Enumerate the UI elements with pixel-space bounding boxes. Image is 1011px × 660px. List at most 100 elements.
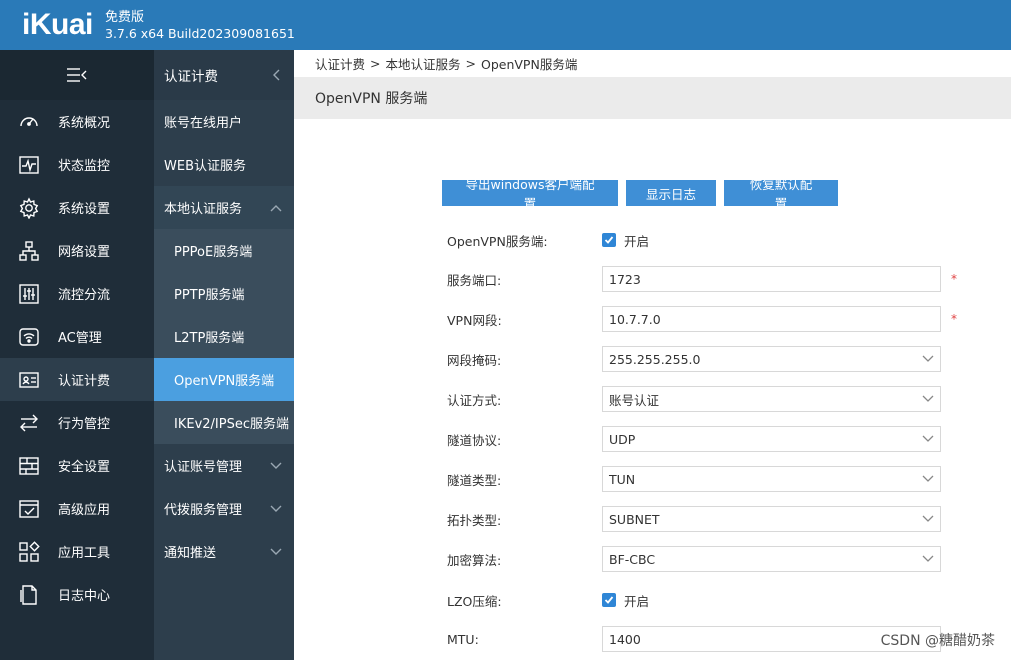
- cipher-select[interactable]: BF-CBC: [602, 546, 941, 572]
- breadcrumb-separator: >: [370, 56, 381, 71]
- submenu-title: 认证计费: [164, 69, 218, 85]
- segment-input[interactable]: [609, 311, 934, 327]
- tunnel-type-label: 隧道类型:: [447, 472, 502, 488]
- checkbox-checked-icon: [602, 233, 616, 247]
- enable-checkbox[interactable]: 开启: [602, 231, 649, 250]
- primary-sidebar: 系统概况 状态监控 系统设置 网络设置 流控分流 AC管理 认证计费 行为管控 …: [0, 50, 154, 660]
- menu-collapse-button[interactable]: [0, 50, 154, 100]
- submenu-label: WEB认证服务: [164, 159, 246, 174]
- breadcrumb: 认证计费 > 本地认证服务 > OpenVPN服务端: [294, 50, 1011, 77]
- show-log-button[interactable]: 显示日志: [626, 180, 716, 206]
- submenu-online-users[interactable]: 账号在线用户: [154, 100, 294, 143]
- form-row-port: 服务端口: *: [447, 266, 967, 292]
- chevron-down-icon: [922, 555, 934, 562]
- nav-item-security[interactable]: 安全设置: [0, 444, 154, 487]
- network-icon: [19, 240, 39, 261]
- enable-label: OpenVPN服务端:: [447, 233, 548, 249]
- lzo-checkbox[interactable]: 开启: [602, 591, 649, 610]
- nav-item-label: 认证计费: [58, 374, 111, 389]
- reset-default-button[interactable]: 恢复默认配置: [724, 177, 838, 211]
- submenu-local-auth[interactable]: 本地认证服务: [154, 186, 294, 229]
- submenu-l2tp[interactable]: L2TP服务端: [154, 315, 294, 358]
- edition-label: 免费版: [105, 10, 145, 25]
- nav-item-network[interactable]: 网络设置: [0, 229, 154, 272]
- auth-value: 账号认证: [609, 392, 660, 408]
- chevron-down-icon: [922, 475, 934, 482]
- protocol-label: 隧道协议:: [447, 432, 502, 448]
- document-icon: [20, 584, 37, 605]
- chevron-left-icon: [273, 69, 280, 81]
- submenu-label: OpenVPN服务端: [174, 374, 275, 389]
- submenu-openvpn[interactable]: OpenVPN服务端: [154, 358, 294, 401]
- submenu-header[interactable]: 认证计费: [154, 50, 294, 100]
- top-header: iKuai 免费版 3.7.6 x64 Build202309081651: [0, 0, 1011, 50]
- nav-item-settings[interactable]: 系统设置: [0, 186, 154, 229]
- chevron-down-icon: [922, 515, 934, 522]
- export-client-config-button[interactable]: 导出windows客户端配置: [442, 177, 618, 211]
- form-row-protocol: 隧道协议: UDP: [447, 426, 967, 452]
- build-version: 3.7.6 x64 Build202309081651: [105, 26, 295, 41]
- nav-item-logs[interactable]: 日志中心: [0, 573, 154, 616]
- nav-item-label: 安全设置: [58, 460, 111, 475]
- firewall-icon: [19, 456, 39, 475]
- chevron-down-icon: [922, 355, 934, 362]
- form-row-mask: 网段掩码: 255.255.255.0: [447, 346, 967, 372]
- submenu-label: PPPoE服务端: [174, 245, 253, 260]
- tunnel-type-value: TUN: [609, 471, 636, 487]
- nav-item-ac[interactable]: AC管理: [0, 315, 154, 358]
- submenu-label: 代拨服务管理: [164, 503, 243, 518]
- port-input[interactable]: [609, 271, 934, 287]
- breadcrumb-separator: >: [465, 56, 476, 71]
- submenu-label: IKEv2/IPSec服务端: [174, 417, 289, 432]
- watermark: CSDN @糖醋奶茶: [880, 633, 995, 649]
- nav-item-label: 状态监控: [58, 159, 111, 174]
- nav-item-advanced[interactable]: 高级应用: [0, 487, 154, 530]
- secondary-sidebar: 认证计费 账号在线用户 WEB认证服务 本地认证服务 PPPoE服务端 PPTP…: [154, 50, 294, 660]
- nav-item-tools[interactable]: 应用工具: [0, 530, 154, 573]
- topology-label: 拓扑类型:: [447, 512, 502, 528]
- port-label: 服务端口:: [447, 272, 502, 288]
- cipher-value: BF-CBC: [609, 551, 656, 567]
- submenu-web-auth[interactable]: WEB认证服务: [154, 143, 294, 186]
- submenu-ikev2[interactable]: IKEv2/IPSec服务端: [154, 401, 294, 444]
- segment-field-box: [602, 306, 941, 332]
- ikuai-logo: iKuai: [22, 8, 93, 41]
- submenu-label: 认证账号管理: [164, 460, 243, 475]
- cipher-label: 加密算法:: [447, 552, 502, 568]
- submenu-label: 本地认证服务: [164, 202, 243, 217]
- mtu-label: MTU:: [447, 631, 479, 647]
- breadcrumb-local-auth[interactable]: 本地认证服务: [386, 54, 461, 73]
- chevron-down-icon: [270, 505, 282, 512]
- nav-item-behavior[interactable]: 行为管控: [0, 401, 154, 444]
- nav-item-label: 高级应用: [58, 503, 111, 518]
- submenu-label: 通知推送: [164, 546, 217, 561]
- form-row-cipher: 加密算法: BF-CBC: [447, 546, 967, 572]
- submenu-auth-accounts[interactable]: 认证账号管理: [154, 444, 294, 487]
- chevron-down-icon: [270, 548, 282, 555]
- tunnel-type-select[interactable]: TUN: [602, 466, 941, 492]
- nav-item-monitor[interactable]: 状态监控: [0, 143, 154, 186]
- auth-select[interactable]: 账号认证: [602, 386, 941, 412]
- submenu-pptp[interactable]: PPTP服务端: [154, 272, 294, 315]
- submenu-label: L2TP服务端: [174, 331, 245, 346]
- submenu-pppoe[interactable]: PPPoE服务端: [154, 229, 294, 272]
- chevron-down-icon: [922, 435, 934, 442]
- arrows-icon: [20, 414, 38, 431]
- form-row-auth: 认证方式: 账号认证: [447, 386, 967, 412]
- topology-select[interactable]: SUBNET: [602, 506, 941, 532]
- menu-collapse-icon: [67, 68, 87, 82]
- submenu-dialer[interactable]: 代拨服务管理: [154, 487, 294, 530]
- nav-item-flow-control[interactable]: 流控分流: [0, 272, 154, 315]
- check-window-icon: [19, 499, 39, 518]
- nav-item-overview[interactable]: 系统概况: [0, 100, 154, 143]
- monitor-icon: [19, 155, 39, 174]
- protocol-select[interactable]: UDP: [602, 426, 941, 452]
- breadcrumb-auth-billing[interactable]: 认证计费: [315, 54, 365, 73]
- nav-item-auth-billing[interactable]: 认证计费: [0, 358, 154, 401]
- submenu-notify[interactable]: 通知推送: [154, 530, 294, 573]
- protocol-value: UDP: [609, 431, 636, 447]
- mask-select[interactable]: 255.255.255.0: [602, 346, 941, 372]
- nav-item-label: 系统设置: [58, 202, 111, 217]
- segment-label: VPN网段:: [447, 312, 502, 328]
- chevron-up-icon: [270, 204, 282, 211]
